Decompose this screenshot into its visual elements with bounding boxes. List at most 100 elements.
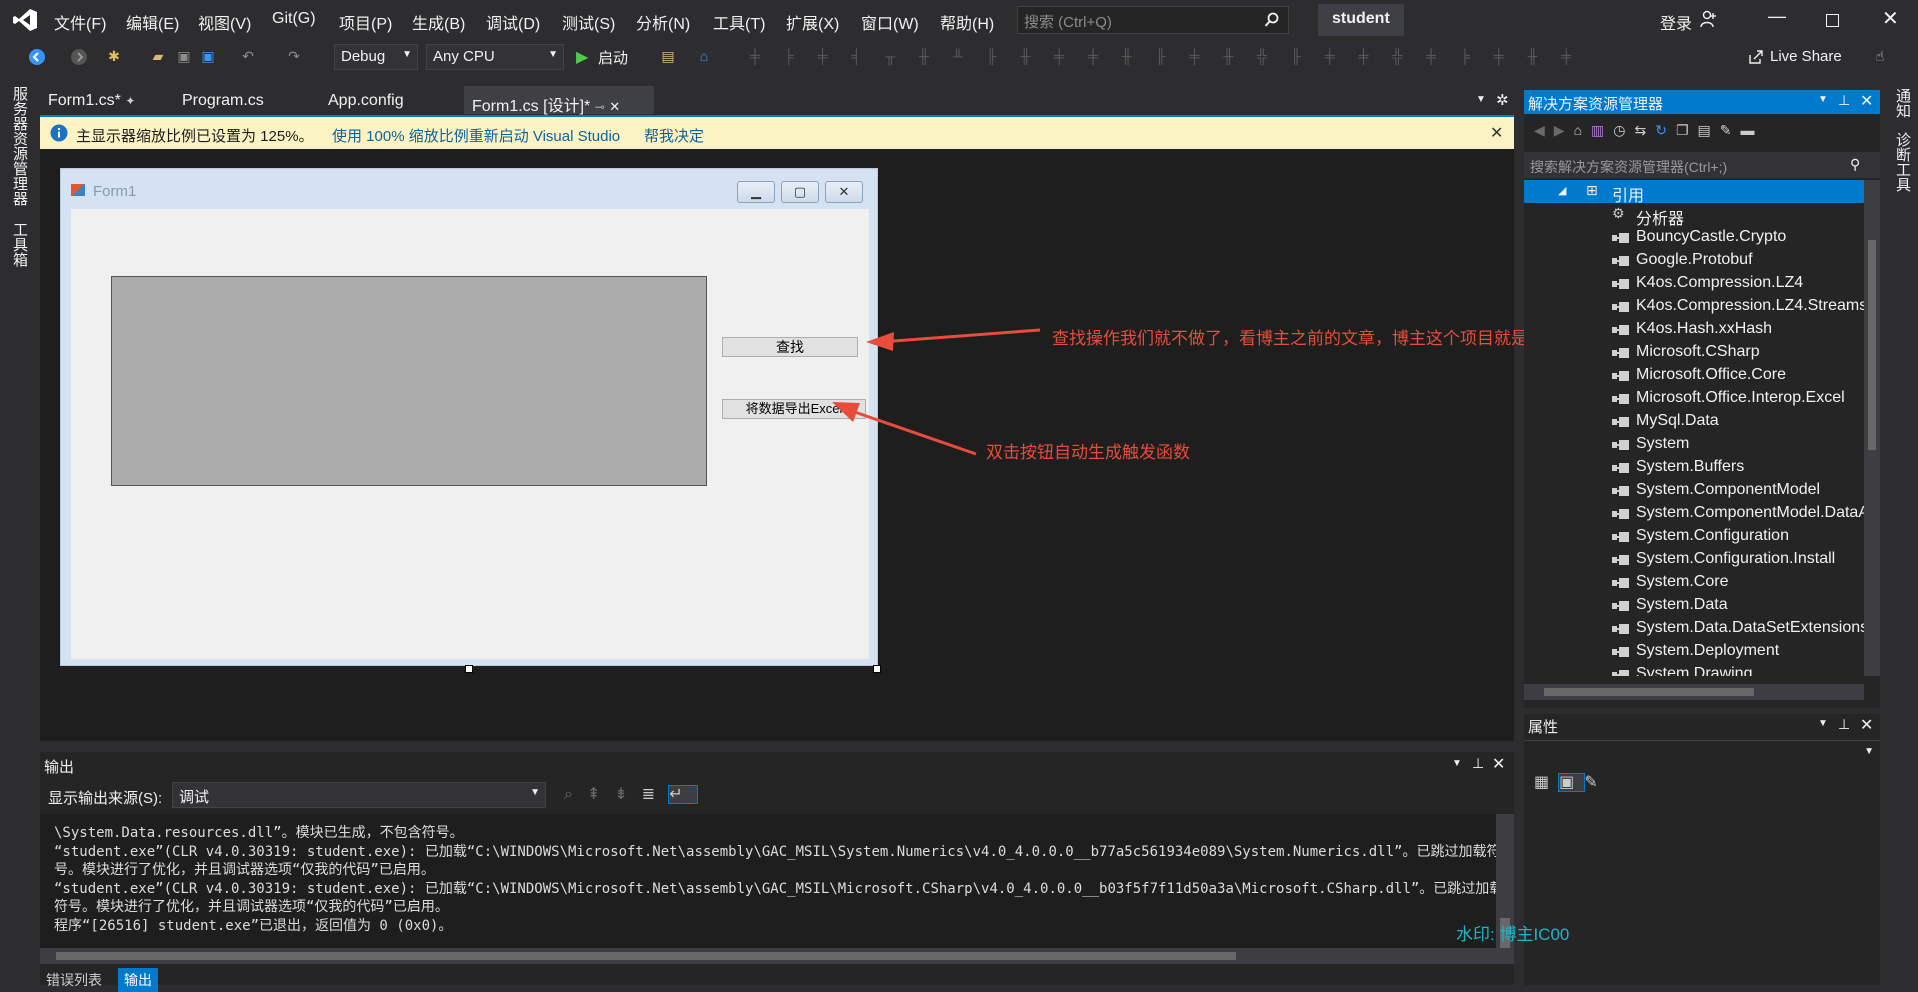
tree-horizontal-scrollbar[interactable] — [1524, 684, 1864, 700]
output-toolbar: ⌕⇞⇟≣↵ — [564, 784, 698, 804]
assembly-reference-icon — [1612, 415, 1630, 427]
reference-label: System.Drawing — [1636, 665, 1753, 676]
assembly-reference-icon — [1612, 668, 1630, 676]
panel-dropdown-icon[interactable]: ▼ — [1818, 94, 1828, 105]
assembly-reference-icon — [1612, 484, 1630, 496]
tree-row-analyzers[interactable]: ⚙ 分析器 — [1524, 203, 1864, 226]
find-message-icon[interactable]: ⌕ — [564, 786, 587, 803]
collapse-all-icon[interactable]: ❐ — [1676, 122, 1698, 138]
pending-changes-icon[interactable]: ◷ — [1613, 122, 1634, 138]
assembly-reference-icon — [1612, 392, 1630, 404]
annotation-arrow-find — [879, 328, 1041, 344]
reference-label: K4os.Compression.LZ4.Streams — [1636, 297, 1864, 314]
tree-row-reference[interactable]: K4os.Compression.LZ4.Streams — [1524, 295, 1864, 318]
switch-views-icon[interactable]: ▥ — [1591, 122, 1613, 138]
assembly-reference-icon — [1612, 369, 1630, 381]
output-line: “student.exe”(CLR v4.0.30319: student.ex… — [54, 880, 1496, 897]
tree-row-reference[interactable]: System.Deployment — [1524, 640, 1864, 663]
reference-label: System.Core — [1636, 573, 1729, 590]
tree-row-reference[interactable]: Microsoft.Office.Interop.Excel — [1524, 387, 1864, 410]
assembly-reference-icon — [1612, 530, 1630, 542]
tree-row-references[interactable]: ◢ ⊞ 引用 — [1524, 180, 1864, 203]
panel-pin-icon[interactable]: ⊥ — [1472, 755, 1484, 772]
solution-explorer-titlebar: 解决方案资源管理器 ▼ ⊥ ✕ — [1524, 90, 1880, 114]
panel-close-icon[interactable]: ✕ — [1860, 715, 1873, 735]
tree-row-reference[interactable]: System.Configuration.Install — [1524, 548, 1864, 571]
tree-row-reference[interactable]: K4os.Hash.xxHash — [1524, 318, 1864, 341]
reference-label: System.Deployment — [1636, 642, 1780, 659]
reference-label: BouncyCastle.Crypto — [1636, 228, 1787, 245]
solution-search-box[interactable]: 搜索解决方案资源管理器(Ctrl+;) ⚲ — [1524, 152, 1880, 178]
reference-label: System.Configuration — [1636, 527, 1789, 544]
panel-pin-icon[interactable]: ⊥ — [1838, 92, 1850, 109]
tree-row-reference[interactable]: System.Drawing — [1524, 663, 1864, 676]
reference-label: System.Data.DataSetExtensions — [1636, 619, 1864, 636]
tree-row-reference[interactable]: System.Data.DataSetExtensions — [1524, 617, 1864, 640]
tree-row-reference[interactable]: System.ComponentModel — [1524, 479, 1864, 502]
tree-row-reference[interactable]: System.ComponentModel.DataAnnotations — [1524, 502, 1864, 525]
tree-row-reference[interactable]: System.Buffers — [1524, 456, 1864, 479]
output-line: 程序“[26516] student.exe”已退出，返回值为 0 (0x0)。 — [54, 917, 453, 934]
output-text-area[interactable]: \System.Data.resources.dll”。模块已生成，不包含符号。… — [40, 814, 1496, 964]
tree-row-reference[interactable]: Microsoft.CSharp — [1524, 341, 1864, 364]
assembly-reference-icon — [1612, 254, 1630, 266]
output-source-select[interactable]: 调试 ▼ — [172, 782, 546, 808]
reference-label: Google.Protobuf — [1636, 251, 1753, 268]
tree-row-reference[interactable]: K4os.Compression.LZ4 — [1524, 272, 1864, 295]
output-line: \System.Data.resources.dll”。模块已生成，不包含符号。 — [54, 825, 464, 841]
alphabetical-icon[interactable]: ▣ — [1558, 773, 1586, 792]
expand-arrow-icon[interactable]: ◢ — [1558, 184, 1566, 197]
tree-row-reference[interactable]: System — [1524, 433, 1864, 456]
reference-label: Microsoft.Office.Interop.Excel — [1636, 389, 1845, 406]
panel-dropdown-icon[interactable]: ▼ — [1452, 758, 1462, 769]
property-pages-icon[interactable]: ✎ — [1584, 774, 1607, 791]
output-panel: 输出 ▼ ⊥ ✕ 显示输出来源(S): 调试 ▼ ⌕⇞⇟≣↵ \System.Da… — [40, 752, 1514, 992]
home-icon[interactable]: ⌂ — [1574, 122, 1591, 138]
assembly-reference-icon — [1612, 507, 1630, 519]
tree-vertical-scrollbar[interactable] — [1864, 180, 1880, 676]
preview-icon[interactable]: ▬ — [1740, 122, 1763, 138]
chevron-down-icon: ▼ — [1864, 746, 1874, 757]
reference-label: K4os.Compression.LZ4 — [1636, 274, 1804, 291]
word-wrap-icon[interactable]: ↵ — [668, 785, 698, 804]
tree-row-reference[interactable]: MySql.Data — [1524, 410, 1864, 433]
tree-row-reference[interactable]: System.Configuration — [1524, 525, 1864, 548]
output-line: 符号。模块进行了优化，并且调试器选项“仅我的代码”已启用。 — [54, 899, 449, 915]
references-icon: ⊞ — [1586, 182, 1598, 198]
tree-row-reference[interactable]: System.Core — [1524, 571, 1864, 594]
assembly-reference-icon — [1612, 576, 1630, 588]
panel-pin-icon[interactable]: ⊥ — [1838, 716, 1850, 733]
solution-explorer-panel: 解决方案资源管理器 ▼ ⊥ ✕ ◀▶⌂▥◷⇆↻❐▤✎▬ 搜索解决方案资源管理器(… — [1524, 90, 1880, 708]
back-icon[interactable]: ◀ — [1534, 122, 1554, 138]
properties-wrench-icon[interactable]: ✎ — [1720, 122, 1741, 138]
tree-row-reference[interactable]: System.Data — [1524, 594, 1864, 617]
tree-row-reference[interactable]: Microsoft.Office.Core — [1524, 364, 1864, 387]
solution-explorer-title: 解决方案资源管理器 — [1528, 96, 1664, 113]
tab-output[interactable]: 输出 — [118, 968, 158, 992]
sync-icon[interactable]: ⇆ — [1634, 122, 1655, 138]
clear-all-icon[interactable]: ≣ — [642, 786, 669, 803]
prev-message-icon[interactable]: ⇞ — [587, 786, 614, 803]
panel-close-icon[interactable]: ✕ — [1492, 754, 1505, 774]
next-message-icon[interactable]: ⇟ — [614, 786, 641, 803]
tab-error-list[interactable]: 错误列表 — [46, 970, 102, 990]
panel-dropdown-icon[interactable]: ▼ — [1818, 718, 1828, 729]
tree-row-reference[interactable]: Google.Protobuf — [1524, 249, 1864, 272]
output-horizontal-scrollbar[interactable] — [40, 948, 1496, 964]
panel-close-icon[interactable]: ✕ — [1860, 91, 1873, 111]
forward-icon[interactable]: ▶ — [1554, 122, 1574, 138]
categorized-icon[interactable]: ▦ — [1534, 774, 1559, 791]
scroll-thumb[interactable] — [56, 952, 1236, 960]
object-selector[interactable]: ▼ — [1524, 740, 1880, 765]
refresh-icon[interactable]: ↻ — [1655, 122, 1676, 138]
tree-row-reference[interactable]: BouncyCastle.Crypto — [1524, 226, 1864, 249]
properties-title: 属性 — [1528, 719, 1559, 736]
scroll-thumb[interactable] — [1544, 688, 1754, 696]
properties-toolbar: ▦▣✎ — [1534, 772, 1608, 792]
scroll-thumb[interactable] — [1868, 240, 1876, 450]
show-all-files-icon[interactable]: ▤ — [1698, 122, 1720, 138]
reference-label: Microsoft.CSharp — [1636, 343, 1760, 360]
reference-label: System.ComponentModel — [1636, 481, 1821, 498]
output-source-label: 显示输出来源(S): — [48, 790, 163, 807]
reference-label: K4os.Hash.xxHash — [1636, 320, 1773, 337]
